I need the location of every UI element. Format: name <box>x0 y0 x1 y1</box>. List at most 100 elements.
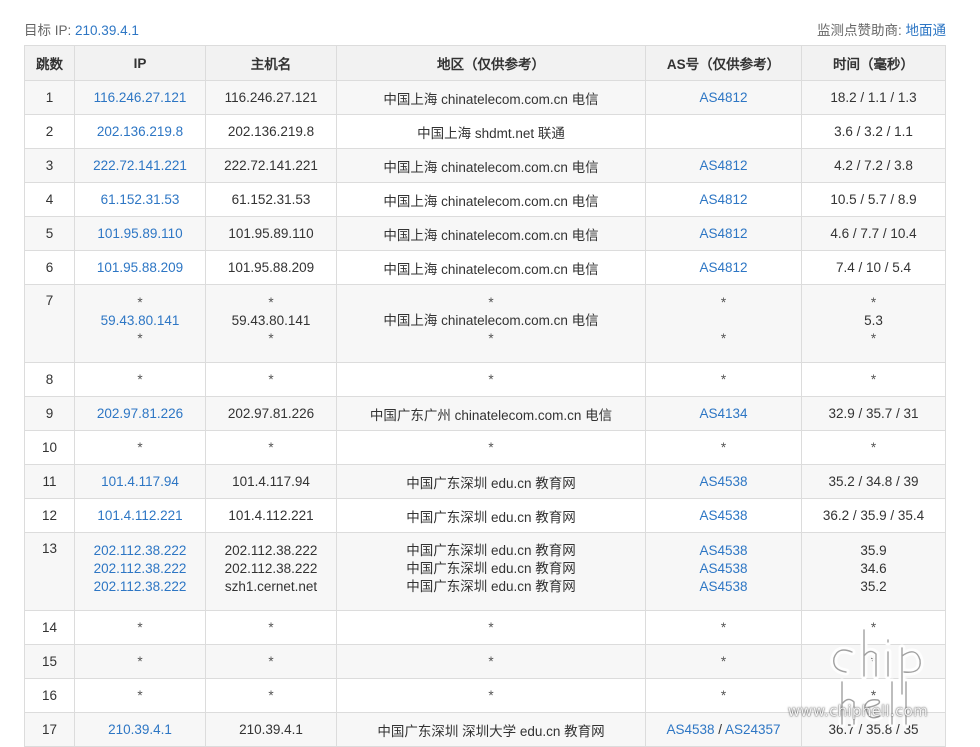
as-link[interactable]: AS4538 <box>646 474 801 489</box>
time-cell: * 5.3 * <box>801 284 946 363</box>
as-link[interactable]: AS4134 <box>646 406 801 421</box>
hop-number-cell: 10 <box>24 430 75 465</box>
hostname-cell: 101.95.88.209 <box>205 250 337 285</box>
no-response-marker: * <box>488 372 494 387</box>
no-response-marker: * <box>720 620 727 635</box>
ip-link[interactable]: 202.136.219.8 <box>75 124 205 139</box>
no-response-marker: * <box>268 295 274 310</box>
ip-link[interactable]: 222.72.141.221 <box>75 158 205 173</box>
time-cell: 35.2 / 34.8 / 39 <box>801 464 946 499</box>
time-cell: 4.6 / 7.7 / 10.4 <box>801 216 946 251</box>
target-ip-link[interactable]: 210.39.4.1 <box>75 23 139 38</box>
table-row: 10 * * * * * <box>24 430 946 465</box>
no-response-marker: * <box>268 372 274 387</box>
table-row: 15 * * * * * <box>24 644 946 679</box>
table-row: 6 101.95.88.209 101.95.88.209 中国上海 chinatel… <box>24 250 946 285</box>
as-link[interactable]: AS4538 <box>646 508 801 523</box>
time-text: 35.2 / 34.8 / 39 <box>828 474 919 489</box>
as-link[interactable]: AS4538 <box>666 722 714 737</box>
no-response-marker: * <box>488 620 494 635</box>
time-text: 34.6 <box>860 561 887 576</box>
hostname-text: 210.39.4.1 <box>239 722 303 737</box>
ip-link[interactable]: 101.4.117.94 <box>75 474 205 489</box>
as-cell: AS4812 <box>645 80 802 115</box>
sponsor-link[interactable]: 地面通 <box>906 23 947 38</box>
ip-cell: * <box>74 430 206 465</box>
ip-link[interactable]: 202.112.38.222 <box>75 560 205 578</box>
table-row: 12 101.4.112.221 101.4.112.221 中国广东深圳 edu.c… <box>24 498 946 533</box>
hostname-cell: 222.72.141.221 <box>205 148 337 183</box>
as-link[interactable]: AS4812 <box>646 90 801 105</box>
table-row: 1 116.246.27.121 116.246.27.121 中国上海 chinat… <box>24 80 946 115</box>
ip-cell: * 59.43.80.141 * <box>74 284 206 363</box>
as-cell: * <box>645 644 802 679</box>
no-response-marker: * <box>720 331 727 346</box>
hop-number-cell: 16 <box>24 678 75 713</box>
column-header-hop: 跳数 <box>24 45 75 81</box>
ip-cell: 222.72.141.221 <box>74 148 206 183</box>
ip-link[interactable]: 202.112.38.222 <box>75 578 205 596</box>
as-link[interactable]: AS4812 <box>646 226 801 241</box>
as-cell: AS4812 <box>645 182 802 217</box>
ip-link[interactable]: 59.43.80.141 <box>75 312 205 330</box>
no-response-marker: * <box>137 620 143 635</box>
traceroute-table: 跳数 IP 主机名 地区（仅供参考） AS号（仅供参考） 时间（毫秒） 1 116… <box>24 45 946 747</box>
as-cell: AS4812 <box>645 216 802 251</box>
ip-link[interactable]: 202.112.38.222 <box>75 542 205 560</box>
ip-link[interactable]: 101.95.89.110 <box>75 226 205 241</box>
ip-link[interactable]: 210.39.4.1 <box>75 722 205 737</box>
as-link[interactable]: AS4812 <box>646 158 801 173</box>
region-text: 中国广东深圳 edu.cn 教育网 <box>406 543 576 558</box>
time-cell: * <box>801 678 946 713</box>
region-cell: * <box>336 678 646 713</box>
as-link[interactable]: AS4538 <box>646 560 801 578</box>
region-cell: * <box>336 362 646 397</box>
as-link[interactable]: AS4812 <box>646 192 801 207</box>
hostname-cell: 101.4.117.94 <box>205 464 337 499</box>
as-cell: * <box>645 610 802 645</box>
region-cell: * <box>336 430 646 465</box>
ip-link[interactable]: 101.4.112.221 <box>75 508 205 523</box>
as-link[interactable]: AS24357 <box>725 722 781 737</box>
table-row: 3 222.72.141.221 222.72.141.221 中国上海 chinat… <box>24 148 946 183</box>
ip-link[interactable]: 116.246.27.121 <box>75 90 205 105</box>
ip-link[interactable]: 61.152.31.53 <box>75 192 205 207</box>
time-cell: 18.2 / 1.1 / 1.3 <box>801 80 946 115</box>
as-link[interactable]: AS4538 <box>646 578 801 596</box>
no-response-marker: * <box>720 295 727 310</box>
hostname-text: szh1.cernet.net <box>224 579 318 594</box>
no-response-marker: * <box>720 688 727 703</box>
hostname-cell: * 59.43.80.141 * <box>205 284 337 363</box>
sponsor-label: 监测点赞助商: <box>816 23 902 38</box>
as-link[interactable]: AS4812 <box>646 260 801 275</box>
column-header-hostname: 主机名 <box>205 45 337 81</box>
as-cell: AS4538 / AS24357 <box>645 712 802 747</box>
time-cell: 32.9 / 35.7 / 31 <box>801 396 946 431</box>
region-cell: 中国广东广州 chinatelecom.com.cn 电信 <box>336 396 646 431</box>
time-cell: 10.5 / 5.7 / 8.9 <box>801 182 946 217</box>
ip-link[interactable]: 202.97.81.226 <box>75 406 205 421</box>
ip-link[interactable]: 101.95.88.209 <box>75 260 205 275</box>
no-response-marker: * <box>488 688 494 703</box>
hostname-cell: 116.246.27.121 <box>205 80 337 115</box>
hostname-text: 61.152.31.53 <box>231 192 311 207</box>
time-cell: 4.2 / 7.2 / 3.8 <box>801 148 946 183</box>
hop-number-cell: 12 <box>24 498 75 533</box>
hostname-cell: 101.4.112.221 <box>205 498 337 533</box>
no-response-marker: * <box>720 372 727 387</box>
hostname-cell: * <box>205 362 337 397</box>
no-response-marker: * <box>870 620 877 635</box>
as-link[interactable]: AS4538 <box>646 542 801 560</box>
region-cell: * 中国上海 chinatelecom.com.cn 电信 * <box>336 284 646 363</box>
hop-number-cell: 1 <box>24 80 75 115</box>
column-header-time: 时间（毫秒） <box>801 45 946 81</box>
region-cell: * <box>336 644 646 679</box>
as-cell: * <box>645 678 802 713</box>
region-text: 中国上海 chinatelecom.com.cn 电信 <box>383 91 599 107</box>
hostname-text: 101.4.117.94 <box>232 474 310 489</box>
hop-number-cell: 7 <box>24 284 75 363</box>
time-cell: 3.6 / 3.2 / 1.1 <box>801 114 946 149</box>
table-row: 17 210.39.4.1 210.39.4.1 中国广东深圳 深圳大学 edu.cn… <box>24 712 946 747</box>
hop-number-cell: 6 <box>24 250 75 285</box>
hostname-text: 59.43.80.141 <box>231 313 311 328</box>
